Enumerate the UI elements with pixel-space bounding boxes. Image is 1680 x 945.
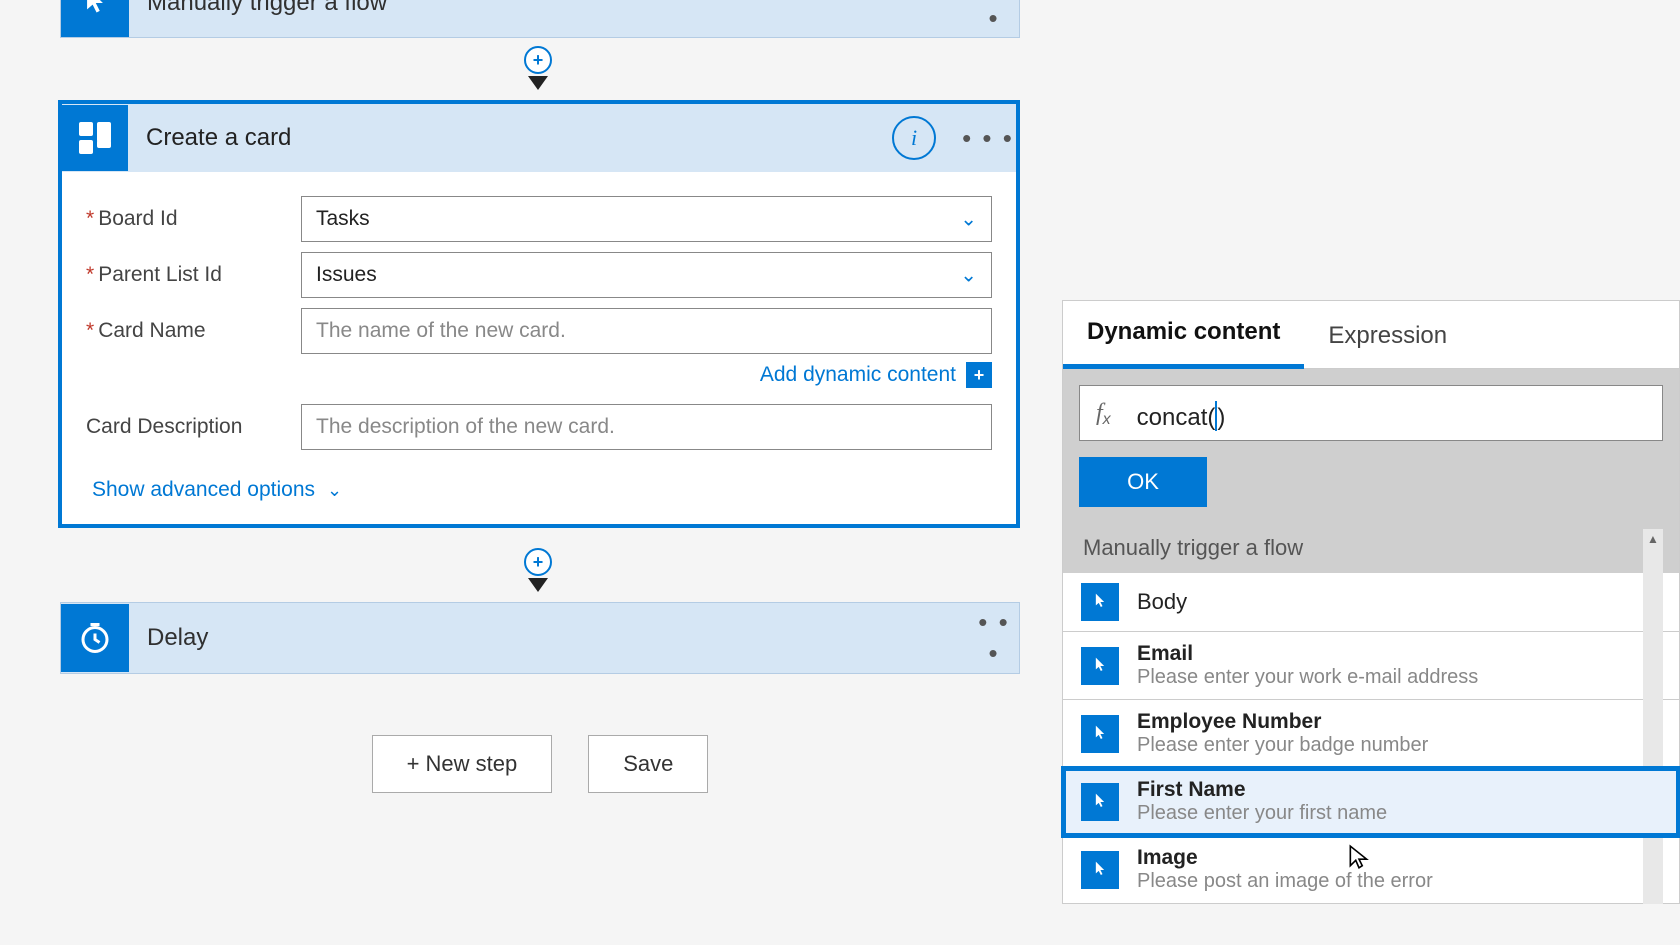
trello-icon (62, 105, 128, 171)
arrow-down-icon (528, 76, 548, 90)
pointer-icon (1081, 851, 1119, 889)
scroll-up-icon[interactable]: ▲ (1643, 529, 1663, 549)
chevron-down-icon: ⌄ (960, 207, 977, 232)
create-card-header[interactable]: Create a card i • • • (62, 104, 1016, 172)
dynamic-item-email[interactable]: Email Please enter your work e-mail addr… (1063, 632, 1679, 700)
card-description-row: Card Description The description of the … (62, 388, 1016, 450)
dynamic-panel-tabs: Dynamic content Expression (1063, 301, 1679, 369)
plus-icon[interactable]: + (524, 548, 552, 576)
board-id-select[interactable]: Tasks ⌄ (301, 196, 992, 242)
plus-icon: + (966, 362, 992, 388)
delay-title: Delay (129, 624, 969, 652)
parent-list-id-row: *Parent List Id Issues ⌄ (62, 242, 1016, 298)
dynamic-item-first-name[interactable]: First Name Please enter your first name (1063, 768, 1679, 836)
parent-list-id-label: Parent List Id (98, 263, 222, 286)
arrow-down-icon (528, 578, 548, 592)
card-description-label: Card Description (86, 415, 242, 438)
add-step-connector[interactable]: + (518, 46, 558, 90)
scrollbar[interactable]: ▲ (1643, 529, 1663, 904)
timer-icon (61, 604, 129, 672)
create-card-action: Create a card i • • • *Board Id Tasks ⌄ … (58, 100, 1020, 528)
card-name-label: Card Name (98, 319, 205, 342)
create-card-title: Create a card (128, 124, 892, 152)
add-step-connector[interactable]: + (518, 548, 558, 592)
new-step-button[interactable]: + New step (372, 735, 553, 793)
dynamic-section-title: Manually trigger a flow (1079, 529, 1663, 573)
pointer-icon (61, 0, 129, 37)
board-id-row: *Board Id Tasks ⌄ (62, 186, 1016, 242)
chevron-down-icon: ⌄ (327, 480, 342, 501)
dynamic-content-panel: Dynamic content Expression fx concat() O… (1062, 300, 1680, 904)
trigger-title: Manually trigger a flow (129, 0, 969, 17)
show-advanced-options-link[interactable]: Show advanced options ⌄ (62, 450, 1016, 524)
pointer-icon (1081, 715, 1119, 753)
pointer-icon (1081, 583, 1119, 621)
pointer-icon (1081, 783, 1119, 821)
save-button[interactable]: Save (588, 735, 708, 793)
dynamic-item-employee-number[interactable]: Employee Number Please enter your badge … (1063, 700, 1679, 768)
action-buttons: + New step Save (60, 735, 1020, 793)
tab-dynamic-content[interactable]: Dynamic content (1063, 300, 1304, 369)
card-name-input[interactable]: The name of the new card. (301, 308, 992, 354)
plus-icon[interactable]: + (524, 46, 552, 74)
card-description-input[interactable]: The description of the new card. (301, 404, 992, 450)
tab-expression[interactable]: Expression (1304, 304, 1471, 368)
ellipsis-icon[interactable]: • • • (969, 0, 1019, 34)
delay-card[interactable]: Delay • • • (60, 602, 1020, 674)
card-name-row: *Card Name The name of the new card. (62, 298, 1016, 354)
ok-button[interactable]: OK (1079, 457, 1207, 507)
chevron-down-icon: ⌄ (960, 263, 977, 288)
dynamic-item-image[interactable]: Image Please post an image of the error (1063, 836, 1679, 904)
ellipsis-icon[interactable]: • • • (960, 123, 1016, 154)
ellipsis-icon[interactable]: • • • (969, 607, 1019, 669)
parent-list-id-select[interactable]: Issues ⌄ (301, 252, 992, 298)
info-icon[interactable]: i (892, 116, 936, 160)
fx-icon: fx (1096, 400, 1111, 427)
trigger-card[interactable]: Manually trigger a flow • • • (60, 0, 1020, 38)
add-dynamic-content-link[interactable]: Add dynamic content + (62, 354, 1016, 388)
expression-input[interactable]: fx concat() (1079, 385, 1663, 441)
board-id-label: Board Id (98, 207, 177, 230)
dynamic-content-list: Body Email Please enter your work e-mail… (1063, 573, 1679, 904)
pointer-icon (1081, 647, 1119, 685)
dynamic-item-body[interactable]: Body (1063, 573, 1679, 632)
